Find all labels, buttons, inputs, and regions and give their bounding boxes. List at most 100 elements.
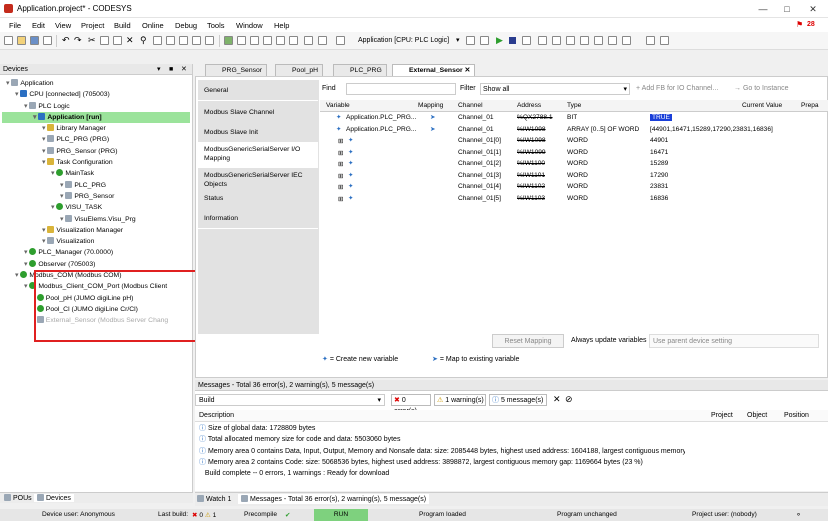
message-source-select[interactable]: Build ▾ — [195, 394, 385, 406]
side-tab-status[interactable]: Status — [198, 188, 318, 209]
undo-icon[interactable]: ↶ — [62, 35, 70, 46]
expand-toggle-icon[interactable]: ⊞ — [338, 195, 344, 203]
delete-icon[interactable]: ✕ — [126, 35, 134, 46]
expand-toggle-icon[interactable]: ⊞ — [338, 172, 344, 180]
message-row[interactable]: Build complete -- 0 errors, 1 warnings :… — [195, 468, 685, 479]
tree-node[interactable]: ▾ PRG_Sensor (PRG) — [2, 146, 190, 157]
menu-build[interactable]: Build — [114, 21, 131, 30]
table-row[interactable]: ✦ ➤ Application.PLC_PRG... Channel_01 %IW109… — [320, 124, 828, 136]
generate-code-icon[interactable] — [263, 36, 272, 45]
login-icon[interactable] — [466, 36, 475, 45]
col-object[interactable]: Object — [747, 412, 767, 419]
tree-node[interactable]: ▾ Application — [2, 78, 190, 89]
find-input[interactable] — [346, 83, 456, 95]
tree-node[interactable]: ▾ VisuElems.Visu_Prg — [2, 214, 190, 225]
col-prepared-value[interactable]: Prepa — [801, 102, 819, 109]
tree-node[interactable]: ▾ VISU_TASK — [2, 202, 190, 213]
reset-icon[interactable] — [522, 36, 531, 45]
tab-external-sensor[interactable]: External_Sensor ✕ — [392, 64, 476, 76]
trace-icon[interactable] — [660, 36, 669, 45]
minimize-button[interactable]: — — [752, 2, 774, 16]
message-row[interactable]: ⓘ Total allocated memory size for code a… — [195, 434, 685, 445]
auto-hide-icon[interactable]: ■ — [169, 64, 173, 75]
mapping-icon[interactable]: ➤ — [430, 113, 436, 121]
side-tab-iec-objects[interactable]: ModbusGenericSerialServer IEC Objects — [198, 169, 318, 190]
table-row[interactable]: ⊞ ✦ Channel_01[0] %IW1098 WORD 44901 — [320, 135, 828, 147]
errors-filter-button[interactable]: ✖ 0 error(s) — [391, 394, 431, 415]
device-icon[interactable] — [289, 36, 298, 45]
tab-watch-1[interactable]: Watch 1 — [197, 495, 231, 503]
copy-icon[interactable] — [100, 36, 109, 45]
step-into-icon[interactable] — [552, 36, 561, 45]
paste-icon[interactable] — [113, 36, 122, 45]
menu-project[interactable]: Project — [81, 21, 104, 30]
filter-select[interactable]: Show all ▾ — [480, 83, 630, 95]
close-panel-icon[interactable]: ✕ — [181, 64, 187, 75]
reset-mapping-button[interactable]: Reset Mapping — [492, 334, 564, 348]
watch-icon[interactable] — [646, 36, 655, 45]
tree-node[interactable]: ▾ Library Manager — [2, 123, 190, 134]
new-project-icon[interactable] — [4, 36, 13, 45]
tree-node[interactable]: ▾ Visualization Manager — [2, 225, 190, 236]
col-current-value[interactable]: Current Value — [742, 102, 782, 109]
message-row[interactable]: ⓘ Memory area 0 contains Data, Input, Ou… — [195, 446, 685, 457]
go-to-instance-button[interactable]: → Go to Instance — [734, 83, 826, 95]
tree-node[interactable]: ▾ CPU [connected] (705003) — [2, 89, 190, 100]
bookmark-clear-icon[interactable] — [205, 36, 214, 45]
side-tab-modbus-slave-init[interactable]: Modbus Slave Init — [198, 122, 318, 143]
logout-icon[interactable] — [480, 36, 489, 45]
close-tab-icon[interactable]: ✕ — [465, 67, 471, 74]
col-position[interactable]: Position — [784, 412, 809, 419]
close-window-button[interactable]: ✕ — [802, 2, 824, 16]
start-icon[interactable]: ▶ — [496, 35, 503, 46]
menu-view[interactable]: View — [55, 21, 71, 30]
col-type[interactable]: Type — [567, 102, 581, 109]
object-icon[interactable] — [318, 36, 327, 45]
rebuild-icon[interactable] — [237, 36, 246, 45]
menu-edit[interactable]: Edit — [32, 21, 45, 30]
library-icon[interactable] — [276, 36, 285, 45]
expand-toggle-icon[interactable]: ⊞ — [338, 183, 344, 191]
col-project[interactable]: Project — [711, 412, 733, 419]
col-mapping[interactable]: Mapping — [418, 102, 443, 109]
table-row[interactable]: ⊞ ✦ Channel_01[1] %IW1099 WORD 16471 — [320, 147, 828, 159]
message-row[interactable]: ⓘ Size of global data: 1728809 bytes — [195, 423, 685, 434]
table-row[interactable]: ⊞ ✦ Channel_01[4] %IW1102 WORD 23831 — [320, 181, 828, 193]
breakpoint-icon[interactable] — [580, 36, 589, 45]
expand-toggle-icon[interactable]: ⊞ — [338, 160, 344, 168]
open-project-icon[interactable] — [17, 36, 26, 45]
add-fb-button[interactable]: + Add FB for IO Channel... — [636, 83, 731, 95]
tab-devices[interactable]: Devices — [34, 494, 74, 502]
bookmark-next-icon[interactable] — [179, 36, 188, 45]
expand-toggle-icon[interactable]: ⊞ — [338, 137, 344, 145]
menu-online[interactable]: Online — [142, 21, 164, 30]
table-row[interactable]: ⊞ ✦ Channel_01[2] %IW1100 WORD 15289 — [320, 158, 828, 170]
notification-icon[interactable]: ⚑ — [796, 20, 803, 29]
write-values-icon[interactable] — [622, 36, 631, 45]
col-address[interactable]: Address — [517, 102, 541, 109]
bookmark-icon[interactable] — [166, 36, 175, 45]
pin-icon[interactable]: ▾ — [157, 64, 161, 75]
tab-prg-sensor[interactable]: PRG_Sensor — [205, 64, 268, 76]
tree-node[interactable]: ▾ Task Configuration — [2, 157, 190, 168]
tab-pous[interactable]: POUs — [4, 494, 32, 502]
mapping-icon[interactable]: ➤ — [430, 125, 436, 133]
tree-node[interactable]: ▾ MainTask — [2, 168, 190, 179]
update-setting-select[interactable]: Use parent device setting — [649, 334, 819, 348]
force-values-icon[interactable] — [594, 36, 603, 45]
dut-icon[interactable] — [336, 36, 345, 45]
tree-node[interactable]: ▾ PLC_PRG — [2, 180, 190, 191]
active-application-label[interactable]: Application [CPU: PLC Logic] — [358, 37, 449, 44]
save-icon[interactable] — [30, 36, 39, 45]
chevron-down-icon[interactable]: ▾ — [456, 36, 460, 44]
tree-node[interactable]: ▾ PRG_Sensor — [2, 191, 190, 202]
filter-clear-icon[interactable]: ⊘ — [565, 394, 573, 405]
table-row[interactable]: ⊞ ✦ Channel_01[3] %IW1101 WORD 17290 — [320, 170, 828, 182]
bookmark-prev-icon[interactable] — [192, 36, 201, 45]
replace-icon[interactable] — [153, 36, 162, 45]
warnings-filter-button[interactable]: ⚠ 1 warning(s) — [434, 394, 486, 406]
tree-node[interactable]: ▾ Visualization — [2, 236, 190, 247]
menu-window[interactable]: Window — [236, 21, 263, 30]
tab-pool-ph[interactable]: Pool_pH — [275, 64, 324, 76]
unforce-icon[interactable] — [608, 36, 617, 45]
